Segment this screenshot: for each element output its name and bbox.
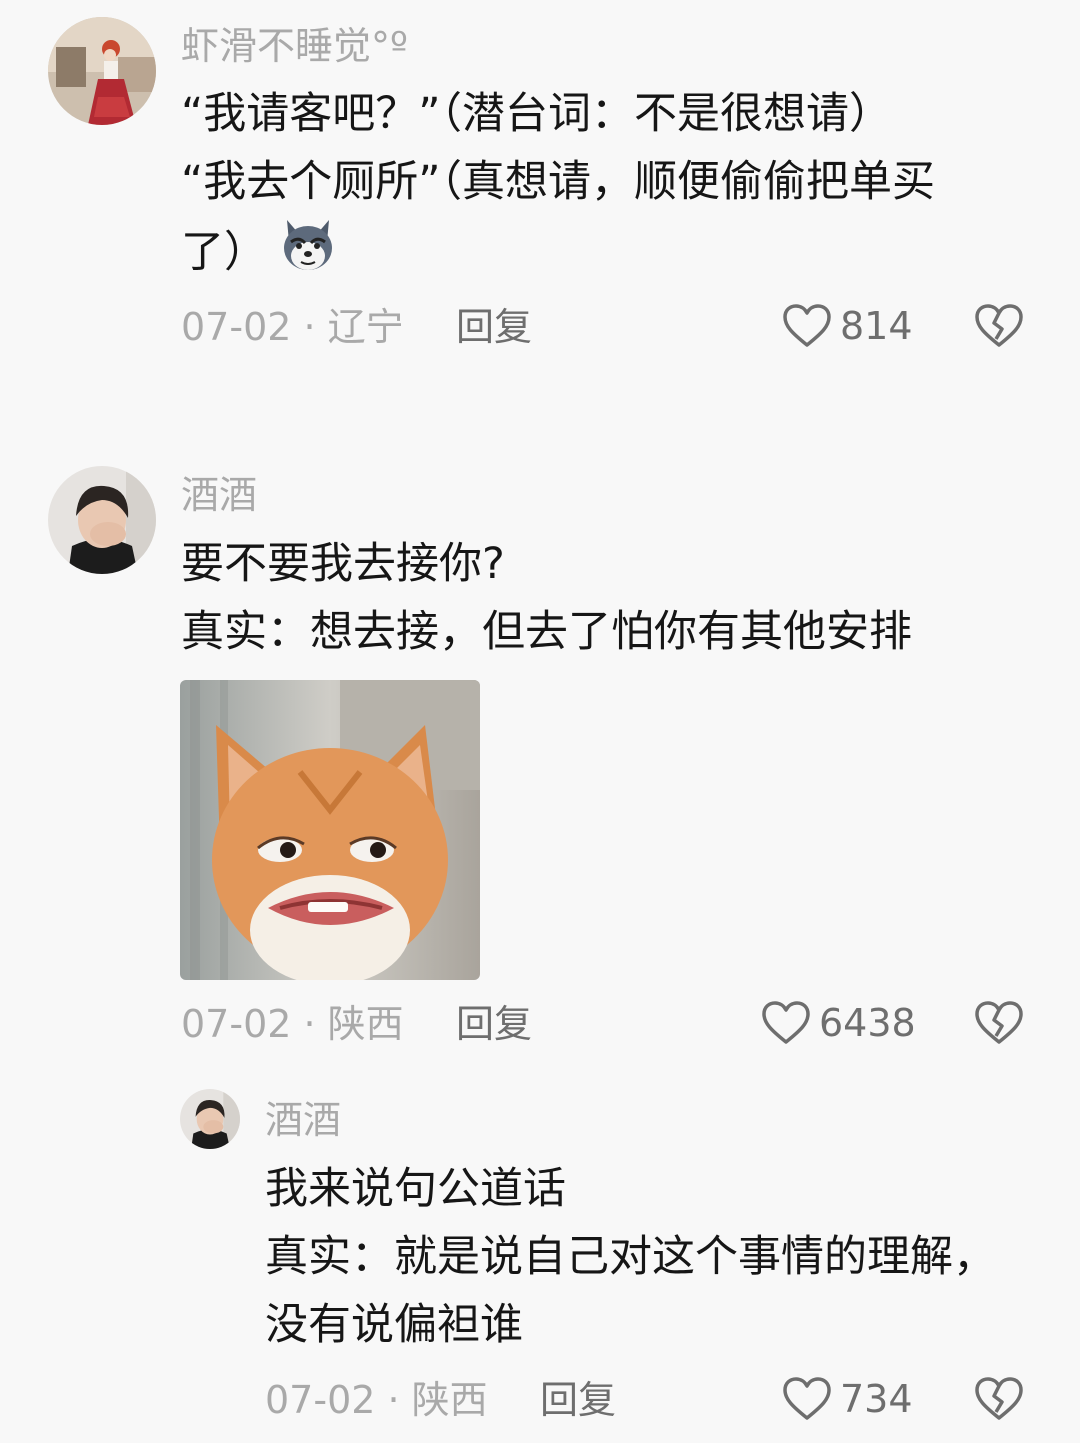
- dislike-button[interactable]: [974, 1000, 1024, 1046]
- heart-outline-icon: [783, 304, 831, 347]
- reply-button[interactable]: 回复: [456, 308, 532, 346]
- heart-outline-icon: [783, 1377, 831, 1420]
- comment-date-location: 07-02 · 陕西: [181, 1002, 404, 1046]
- reply-button[interactable]: 回复: [540, 1381, 616, 1419]
- comment-line: 了）: [181, 216, 935, 294]
- avatar[interactable]: [48, 466, 156, 574]
- like-count: 814: [840, 304, 913, 348]
- comment-date-location: 07-02 · 辽宁: [181, 305, 404, 349]
- username[interactable]: 酒酒: [181, 476, 257, 514]
- comment-text: 我来说句公道话 真实：就是说自己对这个事情的理解， 没有说偏袒谁: [265, 1155, 996, 1359]
- comment-line: 我来说句公道话: [265, 1164, 566, 1214]
- dislike-button[interactable]: [974, 1376, 1024, 1422]
- comment-line: 没有说偏袒谁: [265, 1300, 523, 1350]
- like-button[interactable]: 734: [782, 1376, 913, 1422]
- like-button[interactable]: 6438: [761, 1000, 916, 1046]
- like-count: 734: [840, 1377, 913, 1421]
- avatar[interactable]: [48, 17, 156, 125]
- username[interactable]: 虾滑不睡觉°º: [181, 27, 408, 65]
- like-count: 6438: [819, 1001, 916, 1045]
- username[interactable]: 酒酒: [265, 1101, 341, 1139]
- broken-heart-icon: [975, 304, 1023, 347]
- avatar[interactable]: [180, 1089, 240, 1149]
- dislike-button[interactable]: [974, 303, 1024, 349]
- comment-date-location: 07-02 · 陕西: [265, 1378, 488, 1422]
- comment-text: “我请客吧？”（潜台词：不是很想请） “我去个厕所”（真想请，顺便偷偷把单买 了…: [181, 80, 935, 294]
- like-button[interactable]: 814: [782, 303, 913, 349]
- husky-emoji: [279, 216, 337, 294]
- comment-line: 要不要我去接你?: [181, 539, 505, 589]
- comment-line: 真实：想去接，但去了怕你有其他安排: [181, 607, 912, 657]
- comment-line: “我请客吧？”（潜台词：不是很想请）: [181, 89, 893, 139]
- heart-outline-icon: [762, 1001, 810, 1044]
- comment-line: “我去个厕所”（真想请，顺便偷偷把单买: [181, 157, 936, 207]
- cat-meme-sticker[interactable]: [180, 680, 480, 980]
- reply-button[interactable]: 回复: [456, 1005, 532, 1043]
- broken-heart-icon: [975, 1001, 1023, 1044]
- comment-line: 真实：就是说自己对这个事情的理解，: [265, 1232, 996, 1282]
- broken-heart-icon: [975, 1377, 1023, 1420]
- comment-text: 要不要我去接你? 真实：想去接，但去了怕你有其他安排: [181, 530, 912, 666]
